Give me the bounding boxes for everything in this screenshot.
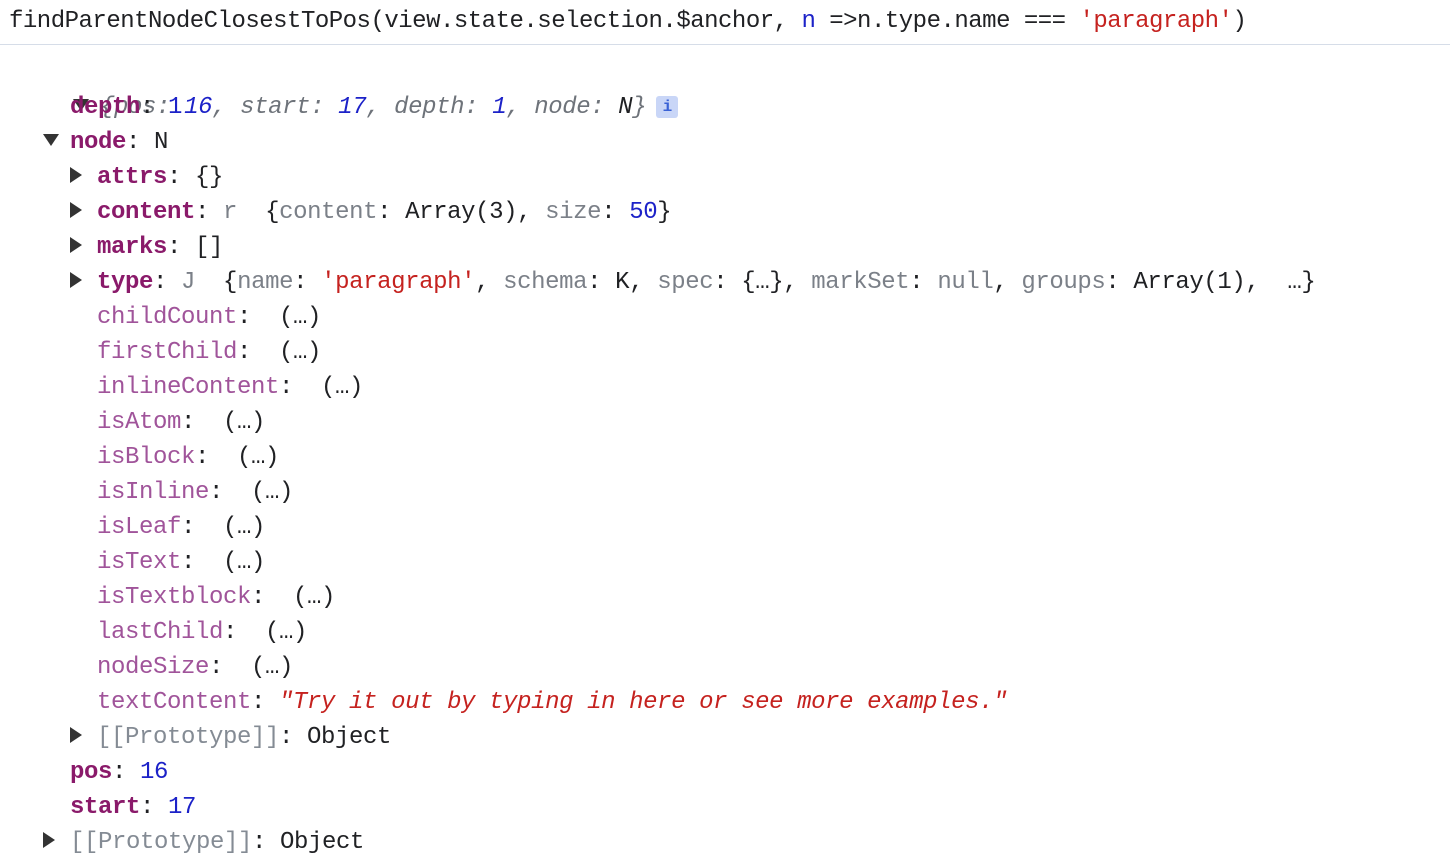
- prop-depth: depth: 1: [70, 94, 183, 121]
- prop-textcontent: textContent: "Try it out by typing in he…: [97, 689, 1008, 716]
- console-command-line: findParentNodeClosestToPos(view.state.se…: [0, 0, 1450, 45]
- collapse-triangle-icon[interactable]: [43, 832, 55, 849]
- collapse-triangle-icon[interactable]: [70, 272, 82, 289]
- getter-row[interactable]: lastChild: (…): [97, 615, 307, 650]
- collapse-triangle-icon[interactable]: [70, 727, 82, 744]
- prop-prototype-root[interactable]: [[Prototype]]: Object: [43, 825, 364, 860]
- command-string: 'paragraph': [1079, 8, 1233, 35]
- prop-prototype[interactable]: [[Prototype]]: Object: [70, 720, 391, 755]
- expand-triangle-icon[interactable]: [43, 134, 59, 147]
- info-icon[interactable]: i: [656, 95, 679, 118]
- prop-pos: pos: 16: [70, 759, 169, 786]
- collapse-triangle-icon[interactable]: [70, 202, 82, 219]
- command-close: ): [1232, 8, 1247, 35]
- getter-row[interactable]: isLeaf: (…): [97, 510, 265, 545]
- getter-row[interactable]: isInline: (…): [97, 475, 293, 510]
- getter-row[interactable]: isAtom: (…): [97, 405, 265, 440]
- command-prefix: findParentNodeClosestToPos(view.state.se…: [9, 8, 802, 35]
- command-param: n: [801, 8, 816, 35]
- result-summary-row[interactable]: {pos: 16, start: 17, depth: 1, node: N} i: [17, 55, 679, 121]
- getter-row[interactable]: childCount: (…): [97, 300, 321, 335]
- getter-row[interactable]: isBlock: (…): [97, 440, 279, 475]
- command-arrow: =>n.type.name ===: [815, 8, 1080, 35]
- getter-row[interactable]: isText: (…): [97, 545, 265, 580]
- prop-marks[interactable]: marks: []: [70, 230, 223, 265]
- prop-content[interactable]: content: r {content: Array(3), size: 50}: [70, 195, 672, 230]
- collapse-triangle-icon[interactable]: [70, 237, 82, 254]
- collapse-triangle-icon[interactable]: [70, 167, 82, 184]
- prop-start: start: 17: [70, 794, 197, 821]
- prop-attrs[interactable]: attrs: {}: [70, 160, 223, 195]
- prop-node[interactable]: node: N: [43, 125, 168, 160]
- getter-row[interactable]: firstChild: (…): [97, 335, 321, 370]
- getter-row[interactable]: nodeSize: (…): [97, 650, 293, 685]
- prop-type[interactable]: type: J {name: 'paragraph', schema: K, s…: [70, 265, 1316, 300]
- getter-row[interactable]: inlineContent: (…): [97, 370, 363, 405]
- getter-row[interactable]: isTextblock: (…): [97, 580, 335, 615]
